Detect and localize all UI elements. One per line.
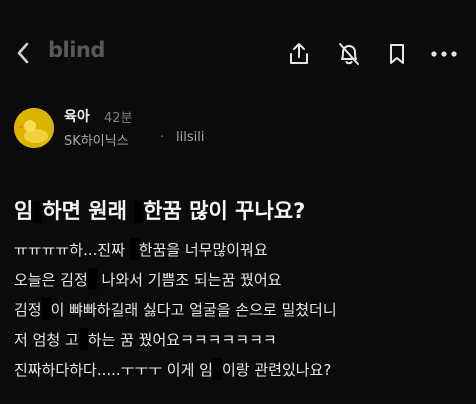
redaction-block <box>212 358 222 380</box>
more-icon[interactable] <box>428 41 460 67</box>
title-part: 한꿈 많이 꾸나요? <box>143 199 306 223</box>
redaction-block <box>41 298 51 320</box>
post-time: 42분 <box>104 111 133 126</box>
body-text: 김정 <box>14 301 42 319</box>
body-text: 나와서 기쁨조 되는꿈 꿨어요 <box>96 271 282 289</box>
bell-off-icon[interactable] <box>336 41 362 67</box>
separator-dot: · <box>160 130 165 145</box>
company-name[interactable]: SK하이닉스 <box>64 130 129 149</box>
back-chevron-icon[interactable] <box>12 39 36 67</box>
author-name[interactable]: 육아 <box>64 106 90 126</box>
share-icon[interactable] <box>286 41 312 67</box>
body-text: 진짜하다하다.....ㅜㅜㅜ 이게 임 <box>14 361 213 379</box>
body-text: 하는 꿈 꿨어요ㅋㅋㅋㅋㅋㅋㅋ <box>87 331 277 349</box>
top-navigation-bar: blind <box>0 28 476 78</box>
body-text: 저 엄청 고 <box>14 331 79 349</box>
author-info: 육아 42분 SK하이닉스 · lilsili <box>14 106 454 154</box>
body-text: 이랑 관련있나요? <box>221 361 332 379</box>
body-line: 오늘은 김정 나와서 기쁨조 되는꿈 꿨어요 <box>14 268 470 298</box>
blind-logo[interactable]: blind <box>48 38 105 62</box>
body-line: ㅠㅠㅠㅠ하...진짜 한꿈을 너무많이꿔요 <box>14 238 470 268</box>
body-text: 오늘은 김정 <box>14 271 88 289</box>
redaction-block <box>129 238 139 260</box>
post-body: ㅠㅠㅠㅠ하...진짜 한꿈을 너무많이꿔요 오늘은 김정 나와서 기쁨조 되는꿈… <box>14 238 470 388</box>
body-text: ㅠㅠㅠㅠ하...진짜 <box>14 241 130 259</box>
body-line: 김정 이 뺘빠하길래 싫다고 얼굴을 손으로 밀쳤더니 <box>14 298 470 328</box>
body-text: 한꿈을 너무많이꿔요 <box>138 241 268 259</box>
avatar[interactable] <box>14 108 54 148</box>
title-part: 하면 원래 <box>42 199 135 223</box>
redaction-block <box>33 201 43 223</box>
title-part: 임 <box>14 199 34 223</box>
body-text: 이 뺘빠하길래 싫다고 얼굴을 손으로 밀쳤더니 <box>50 301 337 319</box>
redaction-block <box>87 268 97 290</box>
redaction-block <box>134 201 144 223</box>
author-nickname: lilsili <box>176 130 205 145</box>
post-title: 임 하면 원래 한꿈 많이 꾸나요? <box>14 195 305 225</box>
redaction-block <box>78 328 88 350</box>
body-line: 저 엄청 고 하는 꿈 꿨어요ㅋㅋㅋㅋㅋㅋㅋ <box>14 328 470 358</box>
body-line: 진짜하다하다.....ㅜㅜㅜ 이게 임 이랑 관련있나요? <box>14 358 470 388</box>
bookmark-icon[interactable] <box>384 41 410 67</box>
